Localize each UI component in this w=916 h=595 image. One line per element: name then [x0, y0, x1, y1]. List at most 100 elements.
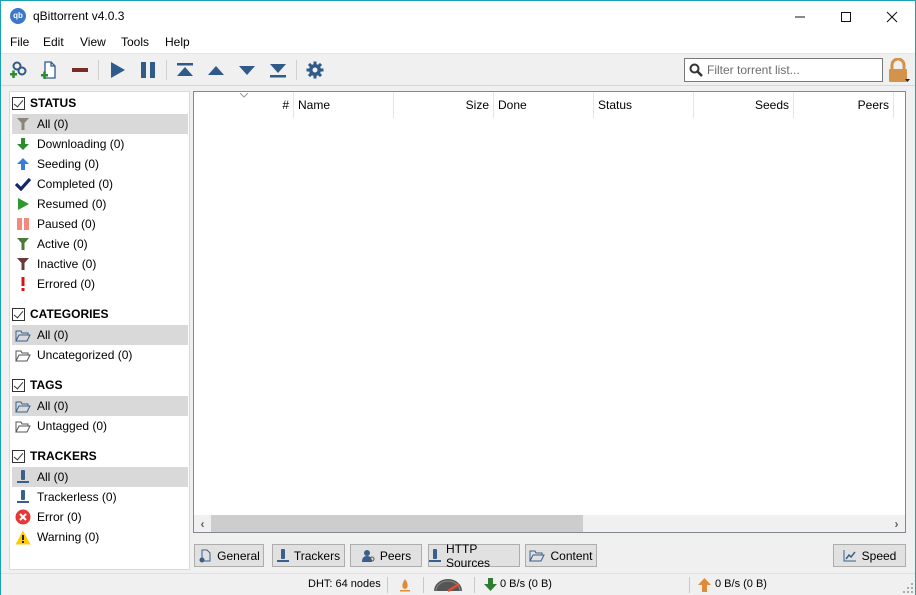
exclamation-icon: [14, 276, 32, 292]
connection-status-icon[interactable]: [399, 578, 411, 595]
toolbar: [1, 53, 915, 86]
file-plus-icon: [41, 61, 56, 79]
tracker-icon: [14, 469, 32, 485]
tracker-filter-trackerless[interactable]: Trackerless (0): [12, 487, 188, 507]
pause-icon: [141, 62, 155, 78]
menu-help[interactable]: Help: [165, 35, 190, 49]
item-label: Inactive (0): [37, 257, 97, 271]
lock-button[interactable]: [887, 57, 911, 84]
category-filter-all[interactable]: All (0): [12, 325, 188, 345]
column-header-seeds[interactable]: Seeds: [694, 92, 794, 118]
options-button[interactable]: [304, 59, 326, 81]
peers-icon: [361, 549, 375, 563]
status-filter-inactive[interactable]: Inactive (0): [12, 254, 188, 274]
menu-view[interactable]: View: [80, 35, 106, 49]
status-filter-downloading[interactable]: Downloading (0): [12, 134, 188, 154]
column-header-done[interactable]: Done: [494, 92, 594, 118]
tab-peers[interactable]: Peers: [350, 544, 422, 567]
play-icon: [14, 196, 32, 212]
tab-label: Content: [550, 548, 593, 563]
menu-file[interactable]: File: [10, 35, 29, 49]
resume-button[interactable]: [106, 59, 128, 81]
pause-icon: [14, 216, 32, 232]
maximize-button[interactable]: [823, 1, 869, 32]
status-filter-seeding[interactable]: Seeding (0): [12, 154, 188, 174]
speed-button[interactable]: Speed: [833, 544, 906, 567]
filter-search-box[interactable]: [684, 58, 883, 82]
table-header: # Name Size Done Status Seeds Peers: [194, 92, 894, 118]
item-label: Seeding (0): [37, 157, 100, 171]
move-top-button[interactable]: [174, 59, 196, 81]
tracker-icon: [276, 548, 289, 563]
filter-active-icon: [14, 236, 32, 252]
resize-grip-icon[interactable]: [903, 583, 913, 593]
tracker-icon: [14, 489, 32, 505]
item-label: All (0): [37, 328, 69, 342]
tags-section-header[interactable]: TAGS: [12, 376, 62, 394]
trackers-section-checkbox[interactable]: [12, 449, 25, 463]
maximize-icon: [841, 11, 851, 22]
scroll-left-button[interactable]: ‹: [194, 515, 211, 532]
pause-button[interactable]: [137, 59, 159, 81]
status-filter-paused[interactable]: Paused (0): [12, 214, 188, 234]
minus-icon: [72, 68, 88, 72]
category-filter-uncategorized[interactable]: Uncategorized (0): [12, 345, 188, 365]
status-filter-completed[interactable]: Completed (0): [12, 174, 188, 194]
move-bottom-button[interactable]: [267, 59, 289, 81]
delete-button[interactable]: [69, 59, 91, 81]
folder-icon: [14, 347, 32, 363]
status-filter-all[interactable]: All (0): [12, 114, 188, 134]
folder-icon: [14, 398, 32, 414]
torrent-list[interactable]: # Name Size Done Status Seeds Peers ‹ ›: [193, 91, 906, 533]
column-header-peers[interactable]: Peers: [794, 92, 894, 118]
speed-limit-icon[interactable]: [433, 578, 463, 595]
categories-section-checkbox[interactable]: [12, 307, 25, 321]
tab-general[interactable]: General: [194, 544, 264, 567]
menu-tools[interactable]: Tools: [121, 35, 149, 49]
tab-label: Trackers: [293, 548, 341, 563]
status-filter-active[interactable]: Active (0): [12, 234, 188, 254]
item-label: All (0): [37, 117, 69, 131]
tag-filter-all[interactable]: All (0): [12, 396, 188, 416]
app-icon: qb: [10, 8, 26, 24]
minimize-button[interactable]: [777, 1, 823, 32]
move-down-button[interactable]: [236, 59, 258, 81]
column-header-size[interactable]: Size: [394, 92, 494, 118]
column-header-status[interactable]: Status: [594, 92, 694, 118]
tab-http-sources[interactable]: HTTP Sources: [428, 542, 520, 570]
status-section-header[interactable]: STATUS: [12, 94, 76, 112]
tab-content[interactable]: Content: [525, 544, 597, 567]
toolbar-separator: [296, 60, 297, 80]
upload-speed[interactable]: 0 B/s (0 B): [715, 578, 767, 590]
column-header-name[interactable]: Name: [294, 92, 394, 118]
status-filter-resumed[interactable]: Resumed (0): [12, 194, 188, 214]
tag-filter-untagged[interactable]: Untagged (0): [12, 416, 188, 436]
tab-trackers[interactable]: Trackers: [272, 544, 345, 567]
status-section-checkbox[interactable]: [12, 96, 25, 110]
download-speed[interactable]: 0 B/s (0 B): [500, 578, 552, 590]
add-torrent-file-button[interactable]: [38, 59, 60, 81]
status-section-title: STATUS: [30, 96, 77, 110]
tracker-filter-all[interactable]: All (0): [12, 467, 188, 487]
close-button[interactable]: [869, 1, 915, 32]
tracker-filter-warning[interactable]: Warning (0): [12, 527, 188, 547]
horizontal-scrollbar[interactable]: ‹ ›: [194, 515, 905, 532]
window-title: qBittorrent v4.0.3: [33, 9, 125, 23]
scrollbar-thumb[interactable]: [211, 515, 583, 532]
tracker-filter-error[interactable]: Error (0): [12, 507, 188, 527]
trackers-section-header[interactable]: TRACKERS: [12, 447, 97, 465]
status-filter-errored[interactable]: Errored (0): [12, 274, 188, 294]
tags-section-checkbox[interactable]: [12, 378, 25, 392]
add-torrent-link-button[interactable]: [7, 59, 29, 81]
filter-torrent-input[interactable]: [707, 62, 877, 78]
title-bar: qb qBittorrent v4.0.3: [1, 1, 915, 32]
column-header-number[interactable]: #: [194, 92, 294, 118]
error-icon: [14, 509, 32, 525]
status-separator: [474, 577, 475, 593]
filter-inactive-icon: [14, 256, 32, 272]
move-up-button[interactable]: [205, 59, 227, 81]
menu-edit[interactable]: Edit: [43, 35, 64, 49]
trackers-section-title: TRACKERS: [30, 449, 97, 463]
categories-section-header[interactable]: CATEGORIES: [12, 305, 108, 323]
scroll-right-button[interactable]: ›: [888, 515, 905, 532]
